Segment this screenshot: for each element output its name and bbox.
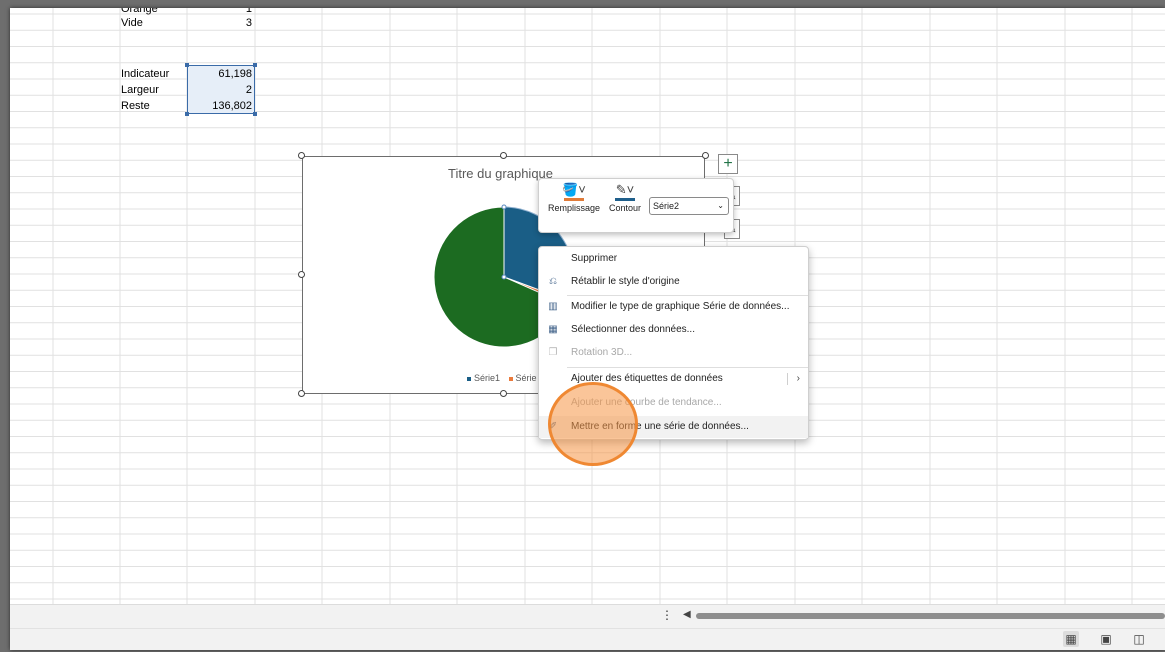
chart-resize-handle[interactable] [298, 271, 305, 278]
page-break-view-icon[interactable]: ◫ [1131, 631, 1147, 647]
outline-color-bar [615, 198, 635, 201]
series-dropdown[interactable]: Série2 ⌄ [649, 197, 729, 215]
excel-window: Orange 1 Vide 3 Indicateur 61,198 Largeu… [10, 8, 1165, 650]
menu-item-label: Rétablir le style d'origine [571, 276, 680, 287]
paint-bucket-icon: 🪣˅ [562, 182, 586, 197]
normal-view-icon[interactable]: ▦ [1063, 631, 1079, 647]
chart-resize-handle[interactable] [500, 390, 507, 397]
cell-label[interactable]: Reste [121, 99, 150, 113]
menu-item-change-chart-type[interactable]: ▥ Modifier le type de graphique Série de… [539, 296, 808, 318]
legend-swatch [508, 376, 513, 381]
rotation-3d-icon: ❐ [548, 347, 558, 358]
chart-resize-handle[interactable] [298, 152, 305, 159]
fill-label: Remplissage [547, 203, 601, 213]
series-selection-handle [501, 204, 507, 210]
cell-label[interactable]: Vide [121, 16, 143, 30]
scroll-left-icon[interactable]: ◀ [683, 609, 691, 620]
plus-icon: + [723, 155, 733, 172]
menu-item-reset-style[interactable]: ⎌ Rétablir le style d'origine [539, 271, 808, 293]
cell-label[interactable]: Orange [121, 8, 158, 16]
range-handle[interactable] [185, 112, 189, 116]
cell-label[interactable]: Indicateur [121, 67, 169, 81]
chart-resize-handle[interactable] [702, 152, 709, 159]
submenu-divider [787, 373, 788, 385]
cell-value[interactable]: 1 [190, 8, 252, 16]
reset-style-icon: ⎌ [549, 276, 557, 287]
range-handle[interactable] [253, 63, 257, 67]
worksheet-grid[interactable]: Orange 1 Vide 3 Indicateur 61,198 Largeu… [10, 8, 1165, 604]
outline-label: Contour [608, 203, 642, 213]
cell-value[interactable]: 2 [190, 83, 252, 97]
menu-item-label: Supprimer [571, 253, 618, 264]
menu-item-rotation-3d: ❐ Rotation 3D... [539, 342, 808, 364]
fill-button[interactable]: 🪣˅ Remplissage [545, 182, 603, 214]
series-dropdown-value: Série2 [653, 201, 680, 211]
sheet-tabs-menu-icon[interactable]: ⋮ [661, 608, 673, 622]
horizontal-scrollbar[interactable] [696, 613, 1165, 619]
menu-item-supprimer[interactable]: Supprimer [539, 248, 808, 270]
select-data-icon: ▦ [548, 324, 558, 335]
chart-resize-handle[interactable] [500, 152, 507, 159]
pen-icon: ✎˅ [615, 182, 635, 197]
menu-item-label: Modifier le type de graphique Série de d… [571, 301, 790, 312]
series-selection-handle [501, 274, 507, 280]
legend-swatch [467, 376, 471, 381]
click-indicator [548, 382, 638, 466]
chart-type-icon: ▥ [548, 301, 558, 312]
range-handle[interactable] [253, 112, 257, 116]
chart-elements-button[interactable]: + [718, 154, 738, 174]
chart-resize-handle[interactable] [298, 390, 305, 397]
range-handle[interactable] [185, 63, 189, 67]
cell-value[interactable]: 3 [190, 16, 252, 30]
cell-value[interactable]: 61,198 [190, 67, 252, 81]
page-layout-view-icon[interactable]: ▣ [1098, 631, 1114, 647]
legend-entry: Série1 [474, 373, 501, 383]
sheet-tabs-bar: ⋮ ◀ [10, 604, 1165, 628]
chart-legend[interactable]: Série1 Série [467, 373, 537, 383]
chevron-down-icon: ⌄ [717, 201, 724, 210]
menu-item-select-data[interactable]: ▦ Sélectionner des données... [539, 319, 808, 341]
outline-button[interactable]: ✎˅ Contour [605, 182, 645, 214]
status-bar: ▦ ▣ ◫ [10, 628, 1165, 650]
fill-color-bar [564, 198, 584, 201]
menu-item-label: Rotation 3D... [571, 347, 633, 358]
chevron-right-icon: › [796, 373, 800, 384]
menu-item-label: Sélectionner des données... [571, 324, 695, 335]
cell-label[interactable]: Largeur [121, 83, 159, 97]
format-mini-toolbar: 🪣˅ Remplissage ✎˅ Contour Série2 ⌄ [538, 178, 734, 233]
cell-value[interactable]: 136,802 [190, 99, 252, 113]
legend-entry: Série [515, 373, 537, 383]
